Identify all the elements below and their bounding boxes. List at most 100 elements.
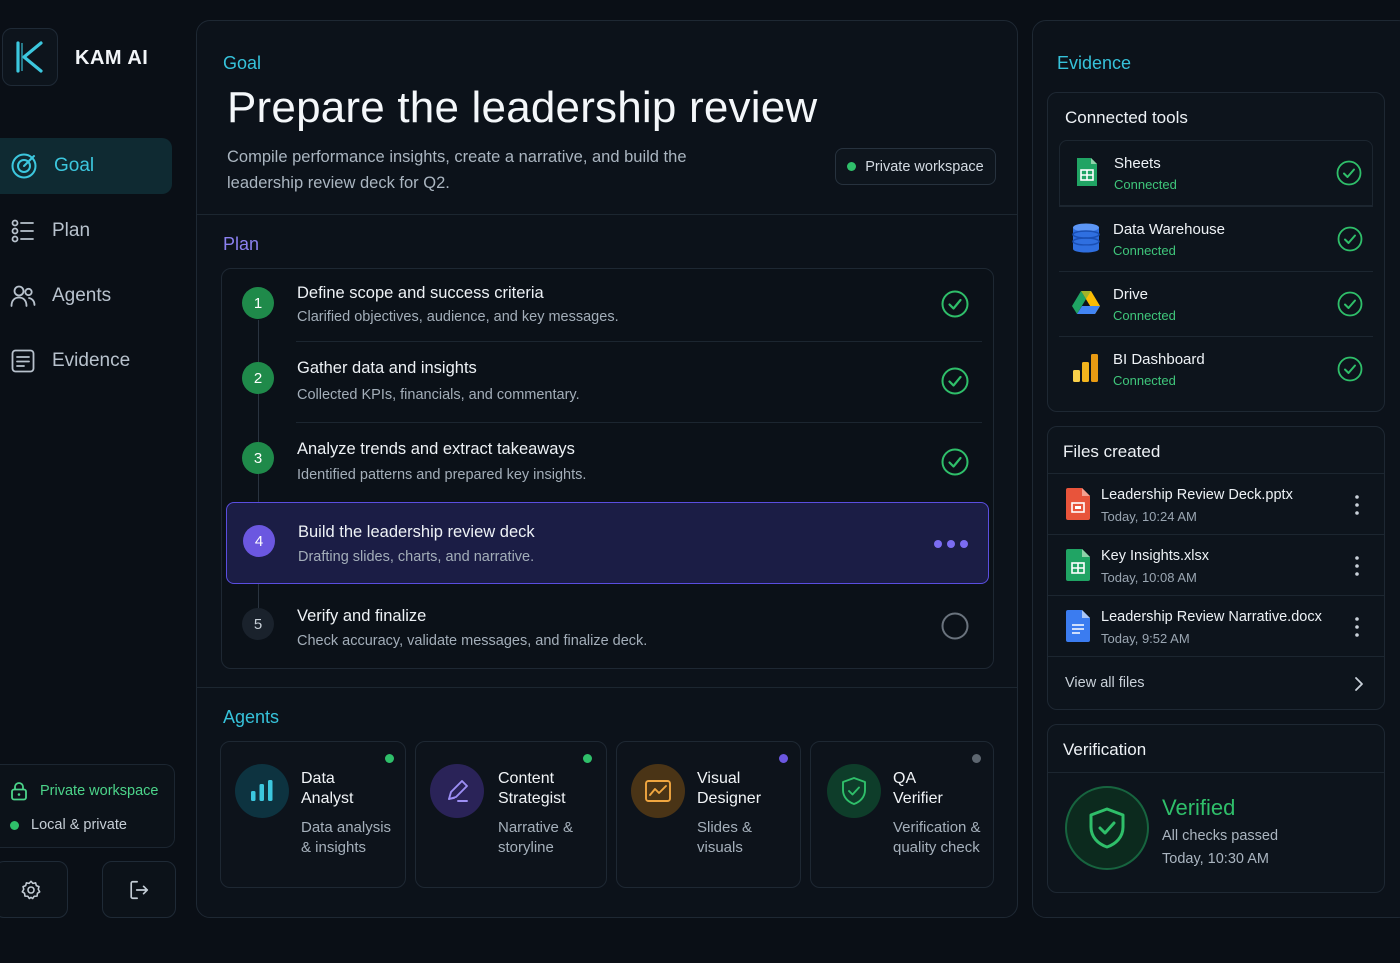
- file-row[interactable]: Leadership Review Deck.pptx Today, 10:24…: [1048, 473, 1384, 534]
- status-dot: [847, 162, 857, 171]
- shield-check-icon: [827, 764, 881, 818]
- doc-file-icon: [1066, 610, 1090, 642]
- goal-section-label: Goal: [223, 53, 262, 73]
- file-name: Leadership Review Deck.pptx: [1101, 487, 1293, 503]
- step-title: Gather data and insights: [297, 359, 477, 377]
- plan-step[interactable]: 2 Gather data and insights Collected KPI…: [226, 343, 989, 421]
- target-icon: [11, 153, 37, 179]
- gear-icon: [21, 880, 41, 899]
- step-title: Verify and finalize: [297, 607, 427, 625]
- file-time: Today, 10:24 AM: [1101, 509, 1197, 524]
- step-subtitle: Clarified objectives, audience, and key …: [297, 309, 619, 325]
- step-title: Define scope and success criteria: [297, 284, 544, 302]
- status-dot: [583, 754, 592, 763]
- file-row[interactable]: Leadership Review Narrative.docx Today, …: [1048, 595, 1384, 656]
- chevron-right-icon: [1355, 677, 1363, 691]
- check-circle-icon: [1337, 226, 1363, 252]
- slides-file-icon: [1066, 488, 1090, 520]
- check-circle-icon: [1337, 356, 1363, 382]
- tool-status: Connected: [1114, 177, 1177, 192]
- status-dot: [972, 754, 981, 763]
- agent-card-data-analyst[interactable]: Data Analyst Data analysis & insights: [220, 741, 406, 888]
- logout-button[interactable]: [102, 861, 176, 918]
- agent-name: Data Analyst: [301, 770, 354, 807]
- step-subtitle: Collected KPIs, financials, and commenta…: [297, 387, 580, 403]
- agent-name: Content Strategist: [498, 770, 566, 807]
- divider: [296, 341, 982, 342]
- pen-icon: [430, 764, 484, 818]
- sidebar-item-label: Agents: [52, 285, 112, 306]
- tool-status: Connected: [1113, 373, 1176, 388]
- logout-icon: [130, 880, 149, 899]
- sidebar-item-evidence[interactable]: Evidence: [0, 333, 172, 389]
- agent-card-content-strategist[interactable]: Content Strategist Narrative & storyline: [415, 741, 607, 888]
- workspace-card: Private workspace Local & private: [0, 764, 175, 848]
- check-circle-icon: [941, 367, 969, 395]
- sidebar-item-label: Evidence: [52, 350, 131, 371]
- database-icon: [1072, 223, 1100, 253]
- plan-step[interactable]: 1 Define scope and success criteria Clar…: [226, 270, 989, 340]
- step-number: 4: [243, 525, 275, 557]
- step-number: 5: [242, 608, 274, 640]
- settings-button[interactable]: [0, 861, 68, 918]
- agent-card-visual-designer[interactable]: Visual Designer Slides & visuals: [616, 741, 801, 888]
- divider: [1048, 772, 1384, 773]
- divider: [197, 687, 1017, 688]
- sidebar-item-label: Plan: [52, 220, 91, 241]
- file-time: Today, 9:52 AM: [1101, 631, 1190, 646]
- workspace-status: Local & private: [31, 817, 127, 833]
- list-icon: [11, 219, 34, 243]
- plan-step[interactable]: 5 Verify and finalize Check accuracy, va…: [226, 586, 989, 666]
- sidebar-item-plan[interactable]: Plan: [0, 203, 172, 259]
- view-all-label: View all files: [1065, 675, 1145, 691]
- divider: [197, 214, 1017, 215]
- step-number: 1: [242, 287, 274, 319]
- app-name: KAM AI: [75, 47, 149, 69]
- agent-description: Verification & quality check: [893, 819, 981, 856]
- shield-check-icon: [1089, 807, 1125, 849]
- agent-description: Narrative & storyline: [498, 819, 574, 856]
- more-vertical-icon[interactable]: [1348, 494, 1366, 516]
- verification-title: Verification: [1063, 740, 1147, 759]
- agent-name: Visual Designer: [697, 770, 762, 807]
- document-icon: [11, 349, 35, 373]
- status-dot: [10, 820, 19, 830]
- agent-card-qa-verifier[interactable]: QA Verifier Verification & quality check: [810, 741, 994, 888]
- workspace-badge-label: Private workspace: [865, 158, 984, 175]
- pending-circle-icon: [941, 612, 969, 640]
- file-time: Today, 10:08 AM: [1101, 570, 1197, 585]
- workspace-title: Private workspace: [40, 783, 159, 799]
- tool-row-sheets[interactable]: Sheets Connected: [1059, 140, 1373, 206]
- tool-row-bi-dashboard[interactable]: BI Dashboard Connected: [1059, 336, 1373, 400]
- sidebar-item-goal[interactable]: Goal: [0, 138, 172, 194]
- drive-icon: [1072, 291, 1100, 314]
- tool-name: BI Dashboard: [1113, 351, 1205, 368]
- tool-row-data-warehouse[interactable]: Data Warehouse Connected: [1059, 206, 1373, 271]
- view-all-files-link[interactable]: View all files: [1048, 656, 1384, 710]
- step-subtitle: Identified patterns and prepared key ins…: [297, 467, 587, 483]
- progress-dots-icon: [934, 540, 968, 548]
- divider: [296, 422, 982, 423]
- step-number: 2: [242, 362, 274, 394]
- plan-step[interactable]: 3 Analyze trends and extract takeaways I…: [226, 424, 989, 500]
- more-vertical-icon[interactable]: [1348, 555, 1366, 577]
- plan-step-active[interactable]: 4 Build the leadership review deck Draft…: [226, 502, 989, 584]
- sidebar-item-label: Goal: [54, 155, 95, 176]
- check-circle-icon: [1337, 291, 1363, 317]
- workspace-badge: Private workspace: [835, 148, 996, 185]
- step-title: Build the leadership review deck: [298, 523, 535, 541]
- file-row[interactable]: Key Insights.xlsx Today, 10:08 AM: [1048, 534, 1384, 595]
- check-circle-icon: [941, 448, 969, 476]
- agent-description: Slides & visuals: [697, 819, 753, 856]
- sheet-file-icon: [1066, 549, 1090, 581]
- step-subtitle: Drafting slides, charts, and narrative.: [298, 549, 535, 565]
- file-name: Key Insights.xlsx: [1101, 548, 1209, 564]
- sheets-icon: [1077, 158, 1097, 186]
- tool-row-drive[interactable]: Drive Connected: [1059, 271, 1373, 336]
- users-icon: [10, 285, 36, 307]
- verification-status: Verified: [1162, 795, 1236, 820]
- page-title: Prepare the leadership review: [227, 83, 818, 132]
- sidebar-item-agents[interactable]: Agents: [0, 268, 172, 324]
- tool-status: Connected: [1113, 308, 1176, 323]
- more-vertical-icon[interactable]: [1348, 616, 1366, 638]
